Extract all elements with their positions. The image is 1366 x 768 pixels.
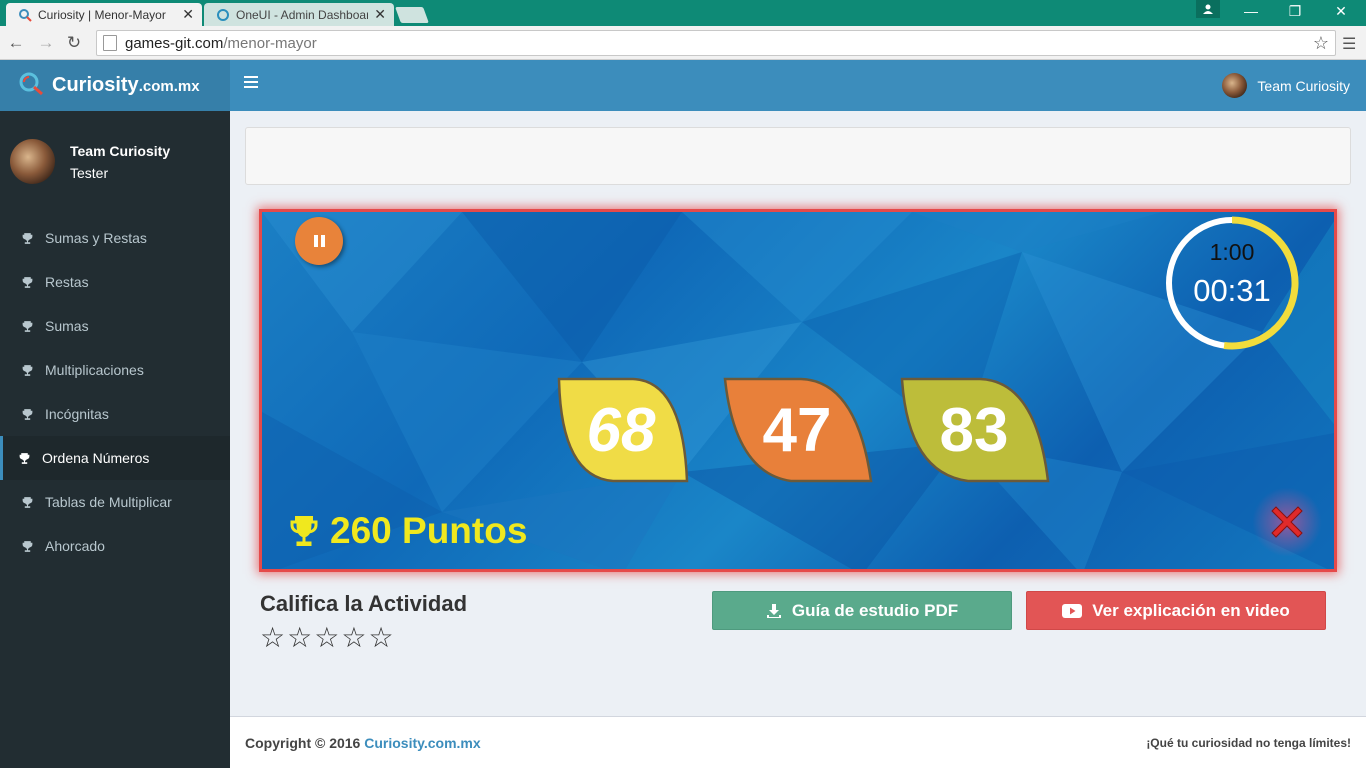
star-icon[interactable]: ☆: [287, 623, 312, 653]
rating-stars: ☆ ☆ ☆ ☆ ☆: [260, 623, 467, 653]
close-window-button[interactable]: ✕: [1318, 0, 1364, 22]
trophy-icon: [21, 496, 35, 509]
star-icon[interactable]: ☆: [260, 623, 285, 653]
user-panel: Team Curiosity Tester: [10, 139, 170, 184]
pause-icon: [313, 235, 318, 247]
sidebar-toggle-icon[interactable]: [244, 76, 258, 90]
profile-icon[interactable]: [1196, 0, 1220, 18]
top-navbar: Team Curiosity: [230, 60, 1366, 111]
star-icon[interactable]: ☆: [341, 623, 366, 653]
browser-tab-title: OneUI - Admin Dashboard: [236, 7, 369, 22]
trophy-icon: [21, 320, 35, 333]
red-x-icon: [1271, 506, 1303, 538]
main-content: 1:00 00:31 68 47 83 260 Puntos Califica …: [230, 111, 1366, 716]
avatar: [1222, 73, 1248, 98]
game-board: 1:00 00:31 68 47 83 260 Puntos: [259, 209, 1337, 572]
sidebar-item-label: Incógnitas: [45, 406, 109, 422]
brand-logo[interactable]: Curiosity.com.mx: [52, 74, 200, 97]
pause-button[interactable]: [295, 217, 343, 265]
sidebar: Team Curiosity Tester Sumas y Restas Rest…: [0, 111, 230, 768]
exit-game-button[interactable]: [1252, 487, 1322, 557]
sidebar-item-label: Multiplicaciones: [45, 362, 144, 378]
number-card[interactable]: 47: [721, 377, 873, 483]
browser-toolbar: ← → ↻ games-git.com/menor-mayor ☆ ☰: [0, 26, 1366, 60]
new-tab-button[interactable]: [395, 7, 429, 23]
timer-remaining: 00:31: [1193, 273, 1271, 308]
sidebar-menu: Sumas y Restas Restas Sumas Multiplicacione…: [0, 216, 230, 568]
sidebar-item-label: Sumas: [45, 318, 89, 334]
youtube-play-icon: [1062, 603, 1083, 618]
close-tab-icon[interactable]: ✕: [182, 6, 194, 23]
star-icon[interactable]: ☆: [314, 623, 339, 653]
avatar: [10, 139, 55, 184]
search-favicon-icon: [18, 8, 32, 22]
sidebar-item[interactable]: Sumas y Restas: [0, 216, 230, 260]
browser-tab-inactive[interactable]: OneUI - Admin Dashboard ✕: [204, 3, 394, 26]
score-display: 260 Puntos: [286, 510, 527, 552]
rating-title: Califica la Actividad: [260, 591, 468, 616]
page-icon: [103, 35, 117, 51]
video-explanation-button[interactable]: Ver explicación en video: [1026, 591, 1326, 630]
sidebar-item[interactable]: Incógnitas: [0, 392, 230, 436]
star-icon[interactable]: ☆: [368, 623, 393, 653]
footer-copyright: Copyright © 2016 Curiosity.com.mx: [245, 734, 481, 751]
number-value: 47: [762, 395, 832, 465]
countdown-timer: 1:00 00:31: [1164, 215, 1300, 351]
number-value: 83: [939, 395, 1009, 465]
sidebar-item-label: Ordena Números: [42, 450, 150, 466]
sidebar-item[interactable]: Restas: [0, 260, 230, 304]
study-guide-button[interactable]: Guía de estudio PDF: [712, 591, 1012, 630]
number-card[interactable]: 68: [553, 377, 689, 483]
sidebar-item[interactable]: Tablas de Multiplicar: [0, 480, 230, 524]
reload-icon[interactable]: ↻: [64, 33, 84, 53]
browser-tab-bar: Curiosity | Menor-Mayor ✕ OneUI - Admin …: [0, 0, 1366, 26]
browser-menu-icon[interactable]: ☰: [1342, 34, 1356, 54]
sidebar-user-name: Team Curiosity: [70, 142, 171, 159]
bookmark-star-icon[interactable]: ☆: [1313, 33, 1329, 54]
url-path: /menor-mayor: [223, 34, 317, 52]
sidebar-item[interactable]: Ahorcado: [0, 524, 230, 568]
trophy-icon: [21, 540, 35, 553]
number-card[interactable]: 83: [898, 377, 1050, 483]
footer-site-link[interactable]: Curiosity.com.mx: [364, 735, 480, 751]
browser-tab-title: Curiosity | Menor-Mayor: [38, 7, 166, 22]
address-bar[interactable]: games-git.com/menor-mayor ☆: [96, 30, 1336, 56]
trophy-icon: [21, 276, 35, 289]
minimize-window-button[interactable]: —: [1228, 0, 1274, 22]
brand-bar: Curiosity.com.mx: [0, 60, 230, 111]
top-panel: [245, 127, 1351, 185]
sidebar-item-label: Sumas y Restas: [45, 230, 147, 246]
trophy-icon: [18, 452, 32, 465]
video-explanation-label: Ver explicación en video: [1092, 600, 1290, 620]
trophy-icon: [286, 513, 322, 549]
user-menu[interactable]: Team Curiosity: [1222, 73, 1350, 98]
timer-total: 1:00: [1209, 239, 1255, 265]
trophy-icon: [21, 408, 35, 421]
score-text: 260 Puntos: [330, 510, 528, 551]
sidebar-user-role: Tester: [70, 164, 109, 181]
url-host: games-git.com: [125, 34, 224, 52]
sidebar-item-label: Ahorcado: [45, 538, 105, 554]
footer-slogan: ¡Qué tu curiosidad no tenga límites!: [1146, 735, 1351, 750]
browser-tab-active[interactable]: Curiosity | Menor-Mayor ✕: [6, 3, 202, 26]
circle-favicon-icon: [216, 8, 230, 22]
sidebar-item[interactable]: Sumas: [0, 304, 230, 348]
study-guide-label: Guía de estudio PDF: [791, 600, 959, 620]
sidebar-item[interactable]: Ordena Números: [0, 436, 230, 480]
forward-arrow-icon[interactable]: →: [36, 33, 56, 53]
download-icon: [766, 603, 782, 619]
top-user-name: Team Curiosity: [1257, 77, 1350, 94]
curiosity-logo-icon: [18, 70, 44, 101]
trophy-icon: [21, 364, 35, 377]
sidebar-item[interactable]: Multiplicaciones: [0, 348, 230, 392]
back-arrow-icon[interactable]: ←: [6, 33, 26, 53]
restore-window-button[interactable]: ❐: [1272, 0, 1318, 22]
close-tab-icon[interactable]: ✕: [374, 6, 386, 23]
footer: Copyright © 2016 Curiosity.com.mx ¡Qué t…: [230, 716, 1366, 768]
rating-section: Califica la Actividad ☆ ☆ ☆ ☆ ☆: [260, 591, 467, 653]
trophy-icon: [21, 232, 35, 245]
number-value: 68: [586, 395, 656, 465]
sidebar-item-label: Tablas de Multiplicar: [45, 494, 172, 510]
sidebar-item-label: Restas: [45, 274, 89, 290]
